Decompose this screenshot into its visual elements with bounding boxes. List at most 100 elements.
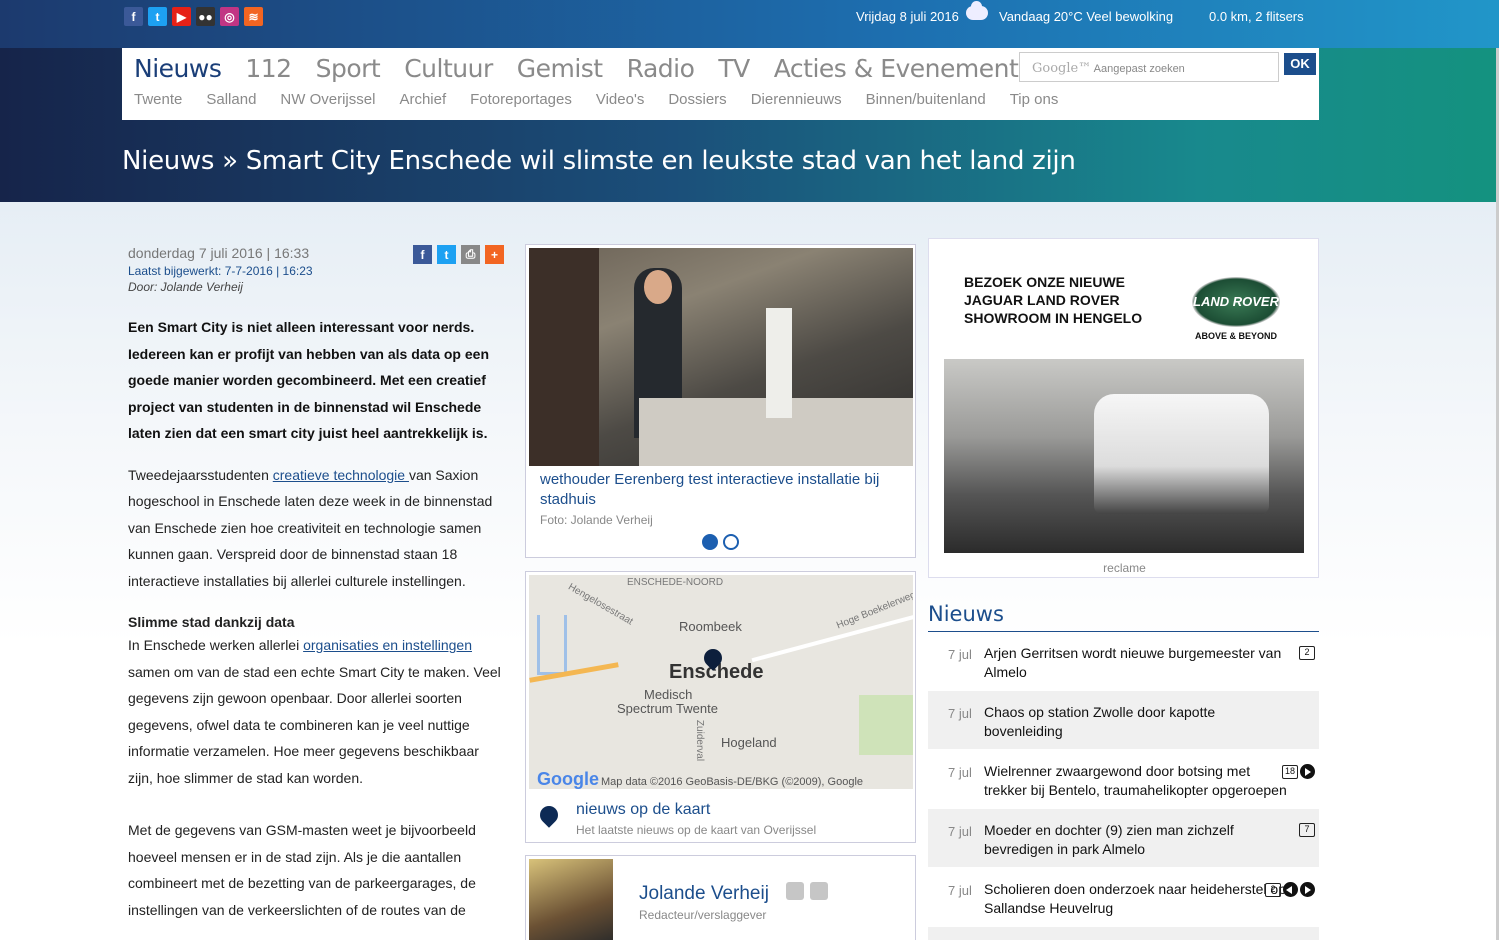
comment-count-icon: 2 [1299, 646, 1315, 660]
twitter-icon[interactable]: t [148, 7, 167, 26]
nav-item-tv[interactable]: TV [718, 54, 750, 83]
facebook-icon[interactable]: f [124, 7, 143, 26]
news-item[interactable]: 7 jul Moeder en dochter (9) zien man zich… [928, 809, 1319, 868]
video-play-icon [1300, 882, 1315, 897]
map-label: Hengelosestraat [566, 581, 635, 628]
twitter-share-icon[interactable]: t [437, 245, 456, 264]
nav-item-acties-evenementen[interactable]: Acties & Evenementen [774, 54, 1049, 83]
news-title[interactable]: Wielrenner zwaargewond door botsing met … [984, 762, 1289, 800]
subnav-item-twente[interactable]: Twente [134, 91, 182, 108]
subnav-item-fotoreportages[interactable]: Fotoreportages [470, 91, 572, 108]
article: donderdag 7 juli 2016 | 16:33 Laatst bij… [128, 245, 506, 923]
nav-item-gemist[interactable]: Gemist [517, 54, 603, 83]
subnav-item-archief[interactable]: Archief [399, 91, 446, 108]
main-navigation: Nieuws 112 Sport Cultuur Gemist Radio TV Acties… [134, 54, 1073, 83]
news-title[interactable]: Scholieren doen onderzoek naar heidehers… [984, 880, 1289, 918]
news-title[interactable]: Moeder en dochter (9) zien man zichzelf … [984, 821, 1289, 859]
news-list: 7 jul Arjen Gerritsen wordt nieuwe burgem… [928, 632, 1319, 940]
youtube-icon[interactable]: ▶ [172, 7, 191, 26]
news-badges: 7 [1299, 823, 1315, 837]
map-subtitle: Het laatste nieuws op de kaart van Overi… [576, 823, 817, 837]
top-bar: f t ▶ ●● ◎ ≋ Vrijdag 8 juli 2016 Vandaag 20°C… [0, 0, 1499, 48]
author-name[interactable]: Jolande Verheij [639, 883, 769, 905]
map-title-link[interactable]: nieuws op de kaart [576, 801, 710, 819]
news-item[interactable]: 7 jul Chaos op station Zwolle door kapott… [928, 691, 1319, 750]
news-badges: 2 [1299, 646, 1315, 660]
subnav-item-salland[interactable]: Salland [206, 91, 256, 108]
facebook-share-icon[interactable]: f [413, 245, 432, 264]
google-brand: Google™ [1032, 61, 1092, 76]
ad-slogan: ABOVE & BEYOND [1194, 331, 1277, 341]
instagram-icon[interactable]: ◎ [220, 7, 239, 26]
news-item[interactable]: 7 julBrandweer voert opnieuw actie voor … [928, 927, 1319, 940]
subnav-item-video-s[interactable]: Video's [596, 91, 644, 108]
news-heading: Nieuws [928, 602, 1319, 632]
article-photo[interactable] [529, 248, 913, 466]
navigation-box: Nieuws 112 Sport Cultuur Gemist Radio TV Acties… [122, 48, 1319, 120]
ad-label: reclame [1103, 561, 1146, 575]
google-logo: Google [537, 769, 599, 789]
news-item[interactable]: 7 jul Wielrenner zwaargewond door botsing… [928, 750, 1319, 809]
news-date: 7 jul [948, 824, 972, 839]
traffic-link[interactable]: 0.0 km, 2 flitsers [1209, 9, 1304, 24]
audio-icon [1283, 882, 1298, 897]
twitter-icon[interactable] [786, 882, 804, 900]
search-input[interactable]: Google™ Aangepast zoeken [1019, 52, 1279, 82]
map-label: Medisch [644, 687, 693, 702]
author-photo [529, 859, 613, 940]
subnav-item-nw-overijssel[interactable]: NW Overijssel [280, 91, 375, 108]
map-label: Spectrum Twente [617, 701, 718, 716]
news-badges: 2 [1265, 882, 1315, 897]
nav-item-112[interactable]: 112 [245, 54, 292, 83]
rss-icon[interactable]: ≋ [244, 7, 263, 26]
text: samen om van de stad een echte Smart Cit… [128, 663, 501, 786]
news-map[interactable]: ENSCHEDE-NOORD Hengelosestraat Roombeek … [529, 575, 913, 789]
social-links: f t ▶ ●● ◎ ≋ [124, 7, 263, 26]
news-date: 7 jul [948, 706, 972, 721]
article-subheading: Slimme stad dankzij data [128, 614, 295, 630]
text: van Saxion hogeschool in Enschede laten … [128, 466, 493, 589]
more-share-icon[interactable]: + [485, 245, 504, 264]
news-item[interactable]: 7 jul Arjen Gerritsen wordt nieuwe burgem… [928, 632, 1319, 691]
nav-item-nieuws[interactable]: Nieuws [134, 54, 222, 83]
comment-count-icon: 2 [1265, 882, 1281, 897]
weather-link[interactable]: Vandaag 20°C Veel bewolking [999, 9, 1173, 24]
map-attribution: Google Map data ©2016 GeoBasis-DE/BKG (©2… [537, 769, 863, 789]
advertisement[interactable]: BEZOEK ONZE NIEUWE JAGUAR LAND ROVER SHO… [928, 238, 1319, 578]
carousel-dot-1[interactable] [702, 534, 718, 550]
map-label: Zuiderval [694, 719, 706, 762]
attribution-text: Map data ©2016 GeoBasis-DE/BKG (©2009), … [601, 776, 864, 788]
news-title[interactable]: Arjen Gerritsen wordt nieuwe burgemeeste… [984, 644, 1289, 682]
print-icon[interactable]: ⎙ [461, 245, 480, 264]
nav-item-sport[interactable]: Sport [316, 54, 381, 83]
flickr-icon[interactable]: ●● [196, 7, 215, 26]
search-button[interactable]: OK [1284, 53, 1316, 75]
page-title: Nieuws » Smart City Enschede wil slimste… [122, 146, 1076, 176]
current-date: Vrijdag 8 juli 2016 [856, 9, 959, 24]
article-paragraph: Met de gegevens van GSM-masten weet je b… [128, 822, 476, 918]
ad-image [944, 359, 1304, 553]
share-buttons: f t ⎙ + [413, 245, 504, 264]
subnav-item-binnen-buitenland[interactable]: Binnen/buitenland [866, 91, 986, 108]
photo-credit: Foto: Jolande Verheij [540, 513, 653, 527]
creatieve-technologie-link[interactable]: creatieve technologie [273, 467, 409, 483]
news-title[interactable]: Chaos op station Zwolle door kapotte bov… [984, 703, 1289, 741]
email-icon[interactable] [810, 882, 828, 900]
news-item[interactable]: 7 jul Scholieren doen onderzoek naar heid… [928, 868, 1319, 927]
comment-count-icon: 7 [1299, 823, 1315, 837]
subnav-item-dossiers[interactable]: Dossiers [668, 91, 726, 108]
article-lead: Een Smart City is niet alleen interessan… [128, 319, 489, 441]
article-updated: Laatst bijgewerkt: 7-7-2016 | 16:23 [128, 264, 313, 278]
carousel-dot-2[interactable] [723, 534, 739, 550]
organisaties-link[interactable]: organisaties en instellingen [303, 637, 472, 653]
article-author: Door: Jolande Verheij [128, 280, 243, 294]
nav-item-cultuur[interactable]: Cultuur [404, 54, 493, 83]
subnav-item-tip-ons[interactable]: Tip ons [1010, 91, 1059, 108]
photo-caption[interactable]: wethouder Eerenberg test interactieve in… [540, 470, 905, 510]
text: In Enschede werken allerlei [128, 637, 304, 653]
news-date: 7 jul [948, 883, 972, 898]
comment-count-icon: 18 [1281, 764, 1298, 779]
sub-navigation: Twente Salland NW Overijssel Archief Fotorep… [134, 91, 1082, 108]
subnav-item-dierennieuws[interactable]: Dierennieuws [751, 91, 842, 108]
nav-item-radio[interactable]: Radio [627, 54, 695, 83]
